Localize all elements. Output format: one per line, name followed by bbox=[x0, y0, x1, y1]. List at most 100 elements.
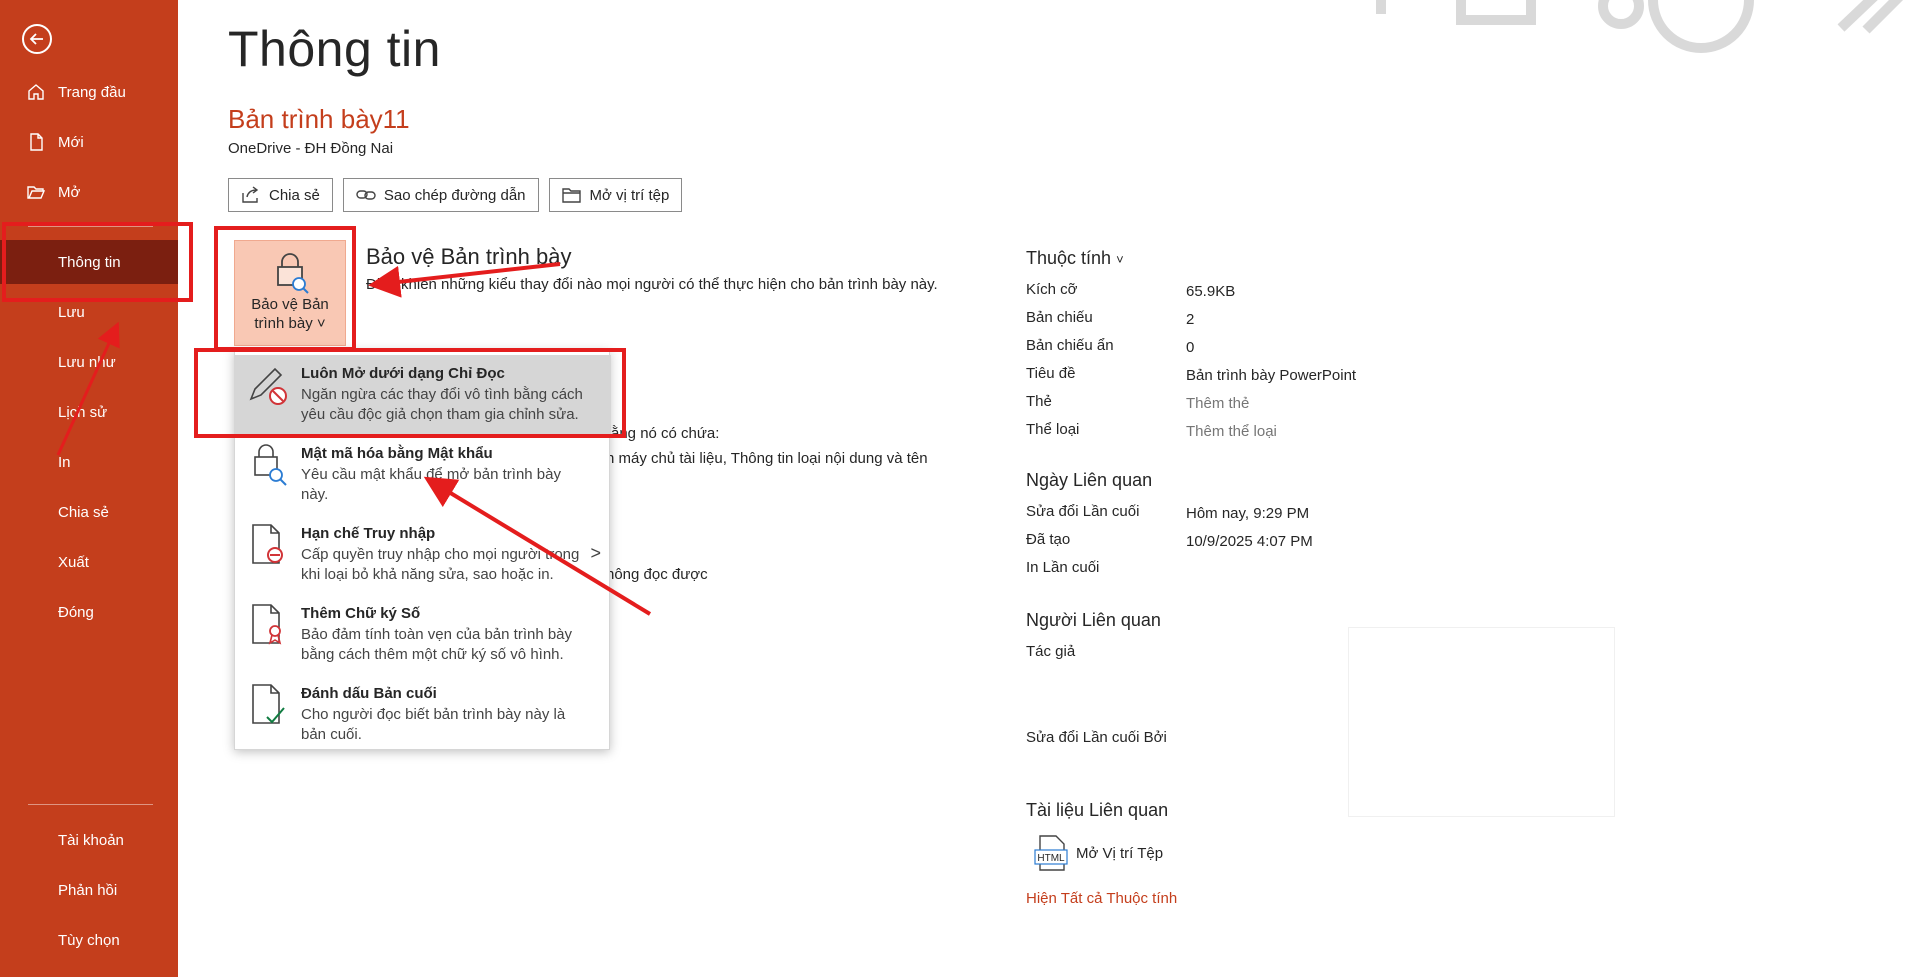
menu-item-mark-as-final[interactable]: Đánh dấu Bản cuối Cho người đọc biết bản… bbox=[235, 675, 611, 755]
property-value-size: 65.9KB bbox=[1186, 283, 1236, 300]
sidebar-item-label: Lịch sử bbox=[58, 403, 108, 421]
sidebar-item-new[interactable]: Mới bbox=[0, 120, 178, 164]
sidebar-item-info[interactable]: Thông tin bbox=[0, 240, 178, 284]
sidebar-item-share[interactable]: Chia sẻ bbox=[0, 490, 178, 534]
date-value-modified: Hôm nay, 9:29 PM bbox=[1186, 505, 1310, 522]
menu-item-description: Cho người đọc biết bản trình bày này là … bbox=[301, 706, 566, 743]
property-value-title[interactable]: Bản trình bày PowerPoint bbox=[1186, 367, 1356, 384]
protect-dropdown-menu: Luôn Mở dưới dạng Chỉ Đọc Ngăn ngừa các … bbox=[234, 350, 611, 750]
backstage-sidebar: Trang đầu Mới Mở Thông tin Lưu Lưu như L… bbox=[0, 0, 178, 977]
sidebar-divider bbox=[28, 226, 153, 227]
sidebar-item-save[interactable]: Lưu bbox=[0, 290, 178, 334]
property-key-slides: Bản chiếu bbox=[1026, 309, 1093, 326]
sidebar-item-feedback[interactable]: Phản hồi bbox=[0, 868, 178, 912]
date-key-created: Đã tạo bbox=[1026, 531, 1071, 548]
menu-item-always-open-read-only[interactable]: Luôn Mở dưới dạng Chỉ Đọc Ngăn ngừa các … bbox=[235, 355, 611, 435]
property-key-size: Kích cỡ bbox=[1026, 281, 1078, 298]
menu-item-encrypt-password[interactable]: Mật mã hóa bằng Mật khẩu Yêu cầu mật khẩ… bbox=[235, 435, 611, 515]
sidebar-item-label: Mới bbox=[58, 133, 84, 151]
sidebar-item-label: Đóng bbox=[58, 603, 94, 621]
lock-key-icon bbox=[254, 444, 287, 486]
sidebar-item-history[interactable]: Lịch sử bbox=[0, 390, 178, 434]
sidebar-item-label: In bbox=[58, 453, 71, 471]
sidebar-item-close[interactable]: Đóng bbox=[0, 590, 178, 634]
properties-header[interactable]: Thuộc tính ˅ bbox=[1026, 248, 1124, 269]
share-icon bbox=[242, 186, 259, 203]
copy-link-button[interactable]: Sao chép đường dẫn bbox=[342, 178, 539, 212]
chevron-right-icon: > bbox=[590, 543, 601, 563]
sidebar-item-label: Lưu như bbox=[58, 353, 116, 371]
sidebar-item-home[interactable]: Trang đầu bbox=[0, 70, 178, 114]
menu-item-title: Đánh dấu Bản cuối bbox=[301, 685, 437, 702]
sidebar-item-export[interactable]: Xuất bbox=[0, 540, 178, 584]
menu-item-description: Yêu cầu mật khẩu để mở bản trình bày này… bbox=[301, 466, 561, 503]
menu-item-description: Bảo đảm tính toàn vẹn của bản trình bày … bbox=[301, 626, 573, 663]
property-value-tags[interactable]: Thêm thẻ bbox=[1186, 395, 1249, 412]
partial-accessibility-text: hông đọc được bbox=[606, 566, 708, 583]
related-documents-header: Tài liệu Liên quan bbox=[1026, 800, 1169, 820]
last-modified-by-label: Sửa đổi Lần cuối Bởi bbox=[1026, 729, 1167, 746]
partial-inspect-text: n máy chủ tài liệu, Thông tin loại nội d… bbox=[606, 450, 928, 467]
document-actions: Chia sẻ Sao chép đường dẫn Mở vị trí tệp bbox=[228, 178, 683, 212]
show-all-properties-link[interactable]: Hiện Tất cả Thuộc tính bbox=[1026, 890, 1177, 907]
open-file-location-link[interactable]: HTML bbox=[1034, 834, 1070, 877]
properties-header-label: Thuộc tính bbox=[1026, 248, 1112, 268]
menu-item-title: Thêm Chữ ký Số bbox=[301, 605, 421, 622]
menu-item-title: Hạn chế Truy nhập bbox=[301, 525, 436, 542]
chevron-down-icon: ˅ bbox=[1116, 252, 1124, 267]
menu-item-title: Luôn Mở dưới dạng Chỉ Đọc bbox=[301, 365, 505, 382]
menu-item-digital-signature[interactable]: Thêm Chữ ký Số Bảo đảm tính toàn vẹn của… bbox=[235, 595, 611, 675]
property-key-title: Tiêu đề bbox=[1026, 365, 1076, 382]
sidebar-item-label: Tài khoản bbox=[58, 831, 124, 849]
menu-item-description: Cấp quyền truy nhập cho mọi người trong … bbox=[301, 546, 580, 583]
property-value-categories[interactable]: Thêm thể loại bbox=[1186, 423, 1277, 440]
date-key-printed: In Lần cuối bbox=[1026, 559, 1100, 576]
sidebar-item-label: Lưu bbox=[58, 303, 85, 321]
folder-icon bbox=[561, 188, 581, 203]
date-value-created: 10/9/2025 4:07 PM bbox=[1186, 533, 1313, 550]
home-icon bbox=[26, 82, 50, 102]
signature-ribbon-icon bbox=[252, 604, 282, 645]
protect-tile-label-2: trình bày bbox=[254, 315, 313, 332]
sidebar-item-save-as[interactable]: Lưu như bbox=[0, 340, 178, 384]
sidebar-item-label: Phản hồi bbox=[58, 881, 118, 899]
open-file-location-label[interactable]: Mở Vị trí Tệp bbox=[1076, 845, 1163, 862]
back-arrow-icon bbox=[29, 33, 43, 45]
protect-tile-label-1: Bảo vệ Bản bbox=[251, 296, 329, 313]
protect-presentation-button[interactable]: Bảo vệ Bản trình bày ˅ bbox=[234, 240, 346, 346]
protect-tile-label-row: trình bày ˅ bbox=[254, 314, 325, 333]
property-key-categories: Thể loại bbox=[1026, 421, 1080, 438]
protect-title: Bảo vệ Bản trình bày bbox=[366, 244, 572, 269]
document-check-icon bbox=[252, 684, 285, 724]
menu-item-restrict-access[interactable]: Hạn chế Truy nhập Cấp quyền truy nhập ch… bbox=[235, 515, 611, 595]
related-people-header: Người Liên quan bbox=[1026, 610, 1161, 630]
property-key-hidden-slides: Bản chiếu ẩn bbox=[1026, 337, 1114, 354]
sidebar-item-open[interactable]: Mở bbox=[0, 170, 178, 214]
redacted-people-area bbox=[1349, 628, 1614, 816]
sidebar-item-label: Chia sẻ bbox=[58, 503, 109, 521]
lock-document-icon bbox=[277, 253, 309, 294]
sidebar-item-label: Thông tin bbox=[58, 253, 121, 271]
document-location: OneDrive - ĐH Đồng Nai bbox=[228, 140, 394, 157]
property-value-slides: 2 bbox=[1186, 311, 1195, 328]
copy-link-button-label: Sao chép đường dẫn bbox=[383, 186, 526, 204]
sidebar-item-print[interactable]: In bbox=[0, 440, 178, 484]
protect-description: Điều khiển những kiểu thay đổi nào mọi n… bbox=[366, 276, 938, 293]
back-button[interactable] bbox=[22, 24, 52, 54]
date-key-modified: Sửa đổi Lần cuối bbox=[1026, 503, 1140, 520]
property-value-hidden-slides: 0 bbox=[1186, 339, 1195, 356]
sidebar-item-label: Mở bbox=[58, 183, 81, 201]
open-file-location-button[interactable]: Mở vị trí tệp bbox=[548, 178, 683, 212]
open-file-location-label: Mở vị trí tệp bbox=[589, 186, 670, 204]
page-title: Thông tin bbox=[228, 21, 441, 77]
sidebar-item-label: Tùy chọn bbox=[58, 931, 120, 949]
related-dates-header: Ngày Liên quan bbox=[1026, 470, 1153, 490]
share-button[interactable]: Chia sẻ bbox=[228, 178, 333, 212]
pencil-no-edit-icon bbox=[249, 367, 287, 405]
open-folder-icon bbox=[26, 182, 50, 202]
chevron-down-icon: ˅ bbox=[316, 315, 326, 332]
sidebar-item-label: Trang đầu bbox=[58, 83, 126, 101]
sidebar-item-account[interactable]: Tài khoản bbox=[0, 818, 178, 862]
sidebar-item-options[interactable]: Tùy chọn bbox=[0, 918, 178, 962]
link-icon bbox=[356, 190, 376, 200]
